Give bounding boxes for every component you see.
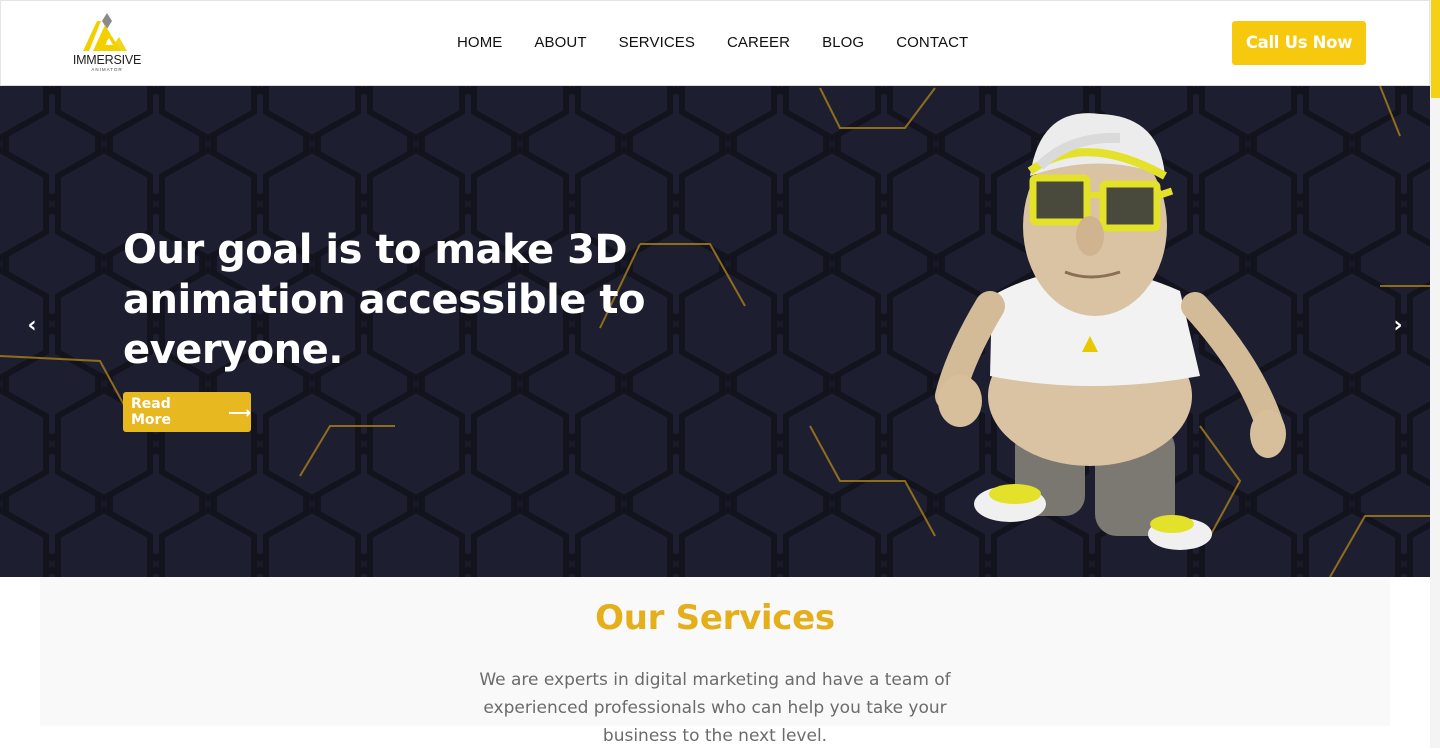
hero-title: Our goal is to make 3D animation accessi… bbox=[123, 227, 645, 373]
nav-contact[interactable]: CONTACT bbox=[896, 34, 968, 54]
services-title: Our Services bbox=[595, 598, 835, 638]
nav-about[interactable]: ABOUT bbox=[534, 34, 586, 54]
site-header: IMMERSIVE ANIMATOR HOME ABOUT SERVICES C… bbox=[0, 0, 1430, 86]
arrow-right-icon: ⟶ bbox=[228, 402, 251, 422]
mascot-character-illustration bbox=[935, 113, 1286, 550]
nav-services[interactable]: SERVICES bbox=[619, 34, 695, 54]
hero-carousel: ‹ › Our goal is to make 3D animation acc… bbox=[0, 86, 1430, 577]
read-more-button[interactable]: Read More ⟶ bbox=[123, 392, 251, 432]
nav-blog[interactable]: BLOG bbox=[822, 34, 864, 54]
scrollbar-thumb[interactable] bbox=[1431, 0, 1440, 98]
nav-career[interactable]: CAREER bbox=[727, 34, 790, 54]
logo-mark-icon bbox=[83, 13, 127, 51]
carousel-prev-arrow[interactable]: ‹ bbox=[20, 314, 44, 338]
read-more-label: Read More bbox=[131, 396, 171, 428]
nav-home[interactable]: HOME bbox=[457, 34, 502, 54]
page-scrollbar[interactable] bbox=[1430, 0, 1440, 748]
services-description: We are experts in digital marketing and … bbox=[479, 670, 951, 746]
call-us-button[interactable]: Call Us Now bbox=[1232, 21, 1366, 65]
brand-name: IMMERSIVE bbox=[72, 53, 142, 67]
brand-subtitle: ANIMATOR bbox=[91, 67, 123, 72]
main-nav: HOME ABOUT SERVICES CAREER BLOG CONTACT bbox=[457, 34, 1000, 54]
carousel-next-arrow[interactable]: › bbox=[1386, 314, 1410, 338]
brand-logo[interactable]: IMMERSIVE ANIMATOR bbox=[69, 11, 145, 75]
